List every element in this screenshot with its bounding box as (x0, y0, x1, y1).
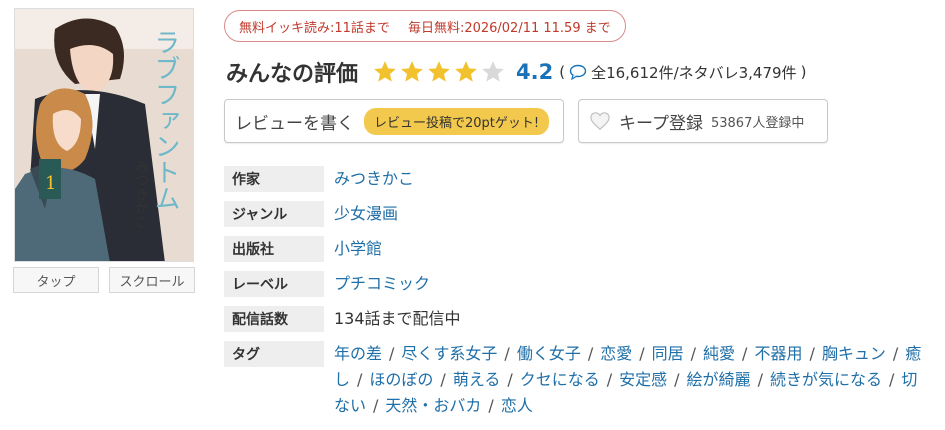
rating-score: 4.2 (516, 60, 554, 84)
keep-register-count: 53867人登録中 (710, 115, 805, 131)
free-reading-banner: 無料イッキ読み:11話まで 毎日無料:2026/02/11 11.59 まで (224, 10, 626, 42)
rating-title: みんなの評価 (226, 62, 359, 87)
tag-separator: / (504, 344, 510, 363)
tag-separator: / (507, 370, 513, 389)
star-filled-icon (401, 61, 423, 82)
scroll-viewer-button[interactable]: スクロール (109, 267, 195, 293)
tags-label: タグ (224, 341, 324, 367)
author-label: 作家 (224, 166, 324, 192)
tag-link[interactable]: 安定感 (619, 370, 667, 389)
tag-link[interactable]: 恋愛 (600, 344, 632, 363)
star-empty-icon (482, 61, 504, 82)
info-row-author: 作家 みつきかこ (224, 166, 924, 192)
tag-link[interactable]: 天然・おバカ (385, 396, 481, 415)
info-row-episodes: 配信話数 134話まで配信中 (224, 306, 924, 332)
review-count-link[interactable]: ( 全16,612件/ネタバレ3,479件 ) (559, 62, 806, 83)
tag-separator: / (757, 370, 763, 389)
cover-illustration: ラブファントム みつきかこ 1 (15, 9, 193, 261)
star-filled-icon (374, 61, 396, 82)
cover-title-text: ラブファントム (150, 29, 180, 211)
close-paren: ) (800, 63, 807, 81)
info-row-tags: タグ 年の差 / 尽くす系女子 / 働く女子 / 恋愛 / 同居 / 純愛 / 不器用 / 胸キュン / 癒し /… (224, 341, 924, 419)
book-info-table: 作家 みつきかこ ジャンル 少女漫画 出版社 小学館 レーベル プチコミック 配… (224, 166, 924, 428)
review-reward-badge: レビュー投稿で20ptゲット! (364, 107, 550, 135)
info-row-publisher: 出版社 小学館 (224, 236, 924, 262)
review-count-text: 全16,612件/ネタバレ3,479件 (591, 63, 797, 82)
tag-link[interactable]: 不器用 (754, 344, 802, 363)
tag-link[interactable]: 萌える (453, 370, 501, 389)
genre-link[interactable]: 少女漫画 (334, 201, 398, 227)
tag-separator: / (639, 344, 645, 363)
tag-link[interactable]: 働く女子 (517, 344, 581, 363)
info-row-label: レーベル プチコミック (224, 271, 924, 297)
imprint-link[interactable]: プチコミック (334, 271, 430, 297)
tag-separator: / (809, 344, 815, 363)
tag-separator: / (690, 344, 697, 363)
keep-register-label: キープ登録 (619, 113, 703, 134)
daily-free-text: 毎日無料:2026/02/11 11.59 まで (407, 20, 611, 36)
episodes-value: 134話まで配信中 (334, 309, 461, 328)
comment-bubble-icon (569, 64, 587, 80)
tag-separator: / (440, 370, 446, 389)
publisher-label: 出版社 (224, 236, 324, 262)
tag-link[interactable]: 絵が綺麗 (687, 370, 751, 389)
viewer-mode-buttons: タップ スクロール (13, 267, 195, 293)
tag-separator: / (674, 370, 680, 389)
tag-separator: / (389, 344, 395, 363)
author-link[interactable]: みつきかこ (334, 166, 414, 192)
tag-separator: / (742, 344, 748, 363)
star-filled-icon (428, 61, 450, 82)
info-row-genre: ジャンル 少女漫画 (224, 201, 924, 227)
heart-icon (590, 112, 610, 130)
star-filled-icon (455, 61, 477, 82)
tag-list: 年の差 / 尽くす系女子 / 働く女子 / 恋愛 / 同居 / 純愛 / 不器用 / 胸キュン / 癒し / ほのぼ… (334, 341, 924, 419)
tag-link[interactable]: 尽くす系女子 (401, 344, 497, 363)
keep-register-button[interactable]: キープ登録 53867人登録中 (578, 99, 828, 143)
rating-row: みんなの評価 4.2 ( 全16,612件/ネタバレ3,479件 ) (226, 54, 806, 90)
write-review-label: レビューを書く (235, 113, 354, 134)
tag-link[interactable]: 続きが気になる (770, 370, 882, 389)
publisher-link[interactable]: 小学館 (334, 236, 382, 262)
tag-separator: / (587, 344, 594, 363)
tag-link[interactable]: 純愛 (703, 344, 735, 363)
tag-link[interactable]: クセになる (520, 370, 600, 389)
free-binge-text: 無料イッキ読み:11話まで (239, 20, 390, 36)
book-cover[interactable]: ラブファントム みつきかこ 1 (14, 8, 194, 262)
tag-separator: / (892, 344, 899, 363)
open-paren: ( (559, 63, 566, 81)
genre-label: ジャンル (224, 201, 324, 227)
tag-link[interactable]: 恋人 (501, 396, 533, 415)
tag-link[interactable]: ほのぼの (369, 370, 433, 389)
star-rating (372, 59, 506, 85)
tag-link[interactable]: 年の差 (334, 344, 382, 363)
tag-separator: / (488, 396, 494, 415)
imprint-label: レーベル (224, 271, 324, 297)
cover-volume-number: 1 (45, 173, 56, 194)
cover-author-text: みつきかこ (133, 159, 149, 229)
tap-viewer-button[interactable]: タップ (13, 267, 99, 293)
tag-link[interactable]: 同居 (652, 344, 684, 363)
tag-separator: / (373, 396, 379, 415)
tag-separator: / (606, 370, 613, 389)
tag-link[interactable]: 胸キュン (822, 344, 886, 363)
episodes-label: 配信話数 (224, 306, 324, 332)
tag-separator: / (888, 370, 895, 389)
write-review-button[interactable]: レビューを書く レビュー投稿で20ptゲット! (224, 99, 564, 143)
tag-separator: / (357, 370, 363, 389)
